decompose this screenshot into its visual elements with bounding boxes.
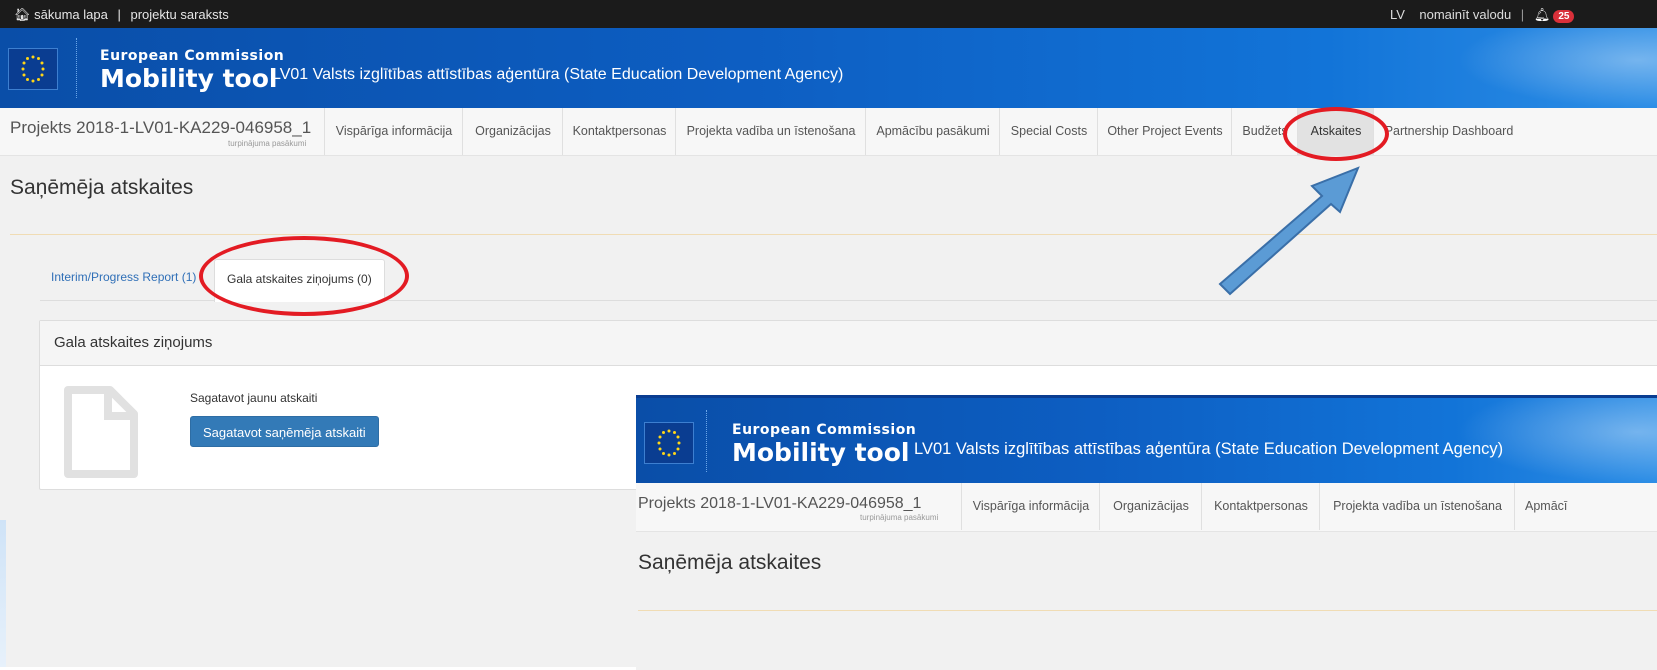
overlay-nav-contacts: Kontaktpersonas xyxy=(1201,483,1320,530)
bell-icon[interactable]: 🔔︎ xyxy=(1534,7,1551,22)
nav-organizations[interactable]: Organizācijas xyxy=(462,108,563,155)
project-title[interactable]: Projekts 2018-1-LV01-KA229-046958_1 xyxy=(10,118,311,138)
home-icon[interactable]: 🏠︎ xyxy=(14,7,31,22)
nav-other-events[interactable]: Other Project Events xyxy=(1097,108,1232,155)
change-language-link[interactable]: nomainīt valodu xyxy=(1419,7,1511,22)
overlay-header: European Commission Mobility tool LV01 V… xyxy=(636,398,1657,483)
eu-flag-icon xyxy=(8,48,58,90)
overlay-project-nav: Projekts 2018-1-LV01-KA229-046958_1 turp… xyxy=(636,483,1657,532)
overlay-agency-name: LV01 Valsts izglītības attīstības aģentū… xyxy=(914,440,1504,458)
top-bar: 🏠︎ sākuma lapa | projektu saraksts LV no… xyxy=(0,0,1657,28)
overlay-title-divider xyxy=(638,610,1657,611)
title-divider xyxy=(10,234,1657,235)
highlight-final-report-tab xyxy=(199,236,409,316)
prepare-label: Sagatavot jaunu atskaiti xyxy=(190,391,318,405)
project-subtitle: turpinājuma pasākumi xyxy=(228,139,307,148)
overlay-project-subtitle: turpinājuma pasākumi xyxy=(860,513,939,522)
prepare-report-button[interactable]: Sagatavot saņēmēja atskaiti xyxy=(190,416,379,447)
top-bar-right: LV nomainīt valodu | 🔔︎ 25 xyxy=(1390,7,1575,23)
overlay-header-divider xyxy=(706,410,707,472)
overlay-nav-organizations: Organizācijas xyxy=(1099,483,1202,530)
agency-name: LV01 Valsts izglītības attīstības aģentū… xyxy=(272,66,844,83)
annotation-arrow xyxy=(1218,166,1360,296)
highlight-reports-tab xyxy=(1283,107,1389,161)
notification-badge[interactable]: 25 xyxy=(1553,10,1575,23)
language-code: LV xyxy=(1390,7,1405,22)
top-bar-divider: | xyxy=(117,7,121,22)
header-divider xyxy=(76,38,77,98)
overlay-project-title: Projekts 2018-1-LV01-KA229-046958_1 xyxy=(638,495,922,512)
overlay-brand-small: European Commission xyxy=(732,422,917,438)
overlay-nav-general-info: Vispārīga informācija xyxy=(961,483,1100,530)
tab-interim-report[interactable]: Interim/Progress Report (1) xyxy=(51,258,196,296)
left-edge-strip xyxy=(0,520,6,667)
projects-link[interactable]: projektu saraksts xyxy=(131,7,229,22)
overlay-nav-project-management: Projekta vadība un īstenošana xyxy=(1319,483,1515,530)
overlay-screenshot: European Commission Mobility tool LV01 V… xyxy=(636,395,1657,670)
page-title: Saņēmēja atskaites xyxy=(10,176,194,199)
nav-general-info[interactable]: Vispārīga informācija xyxy=(324,108,463,155)
nav-training-events[interactable]: Apmācību pasākumi xyxy=(865,108,1000,155)
nav-special-costs[interactable]: Special Costs xyxy=(999,108,1098,155)
overlay-brand-logo: Mobility tool xyxy=(732,438,910,467)
panel-title: Gala atskaites ziņojums xyxy=(40,321,1657,366)
top-bar-divider-right: | xyxy=(1520,7,1525,22)
home-link[interactable]: sākuma lapa xyxy=(34,7,108,22)
nav-partnership-dashboard[interactable]: Partnership Dashboard xyxy=(1373,108,1524,155)
brand-logo[interactable]: Mobility tool xyxy=(100,64,277,93)
app-header: European Commission Mobility tool LV01 V… xyxy=(0,28,1657,108)
nav-project-management[interactable]: Projekta vadība un īstenošana xyxy=(675,108,866,155)
nav-contacts[interactable]: Kontaktpersonas xyxy=(562,108,676,155)
overlay-page-title: Saņēmēja atskaites xyxy=(638,551,822,574)
top-bar-left: 🏠︎ sākuma lapa | projektu saraksts xyxy=(14,7,229,23)
overlay-nav-training: Apmācī xyxy=(1514,483,1657,530)
overlay-eu-flag-icon xyxy=(644,422,694,464)
project-nav: Projekts 2018-1-LV01-KA229-046958_1 turp… xyxy=(0,108,1657,156)
document-icon xyxy=(64,386,138,478)
brand-small: European Commission xyxy=(100,48,285,64)
